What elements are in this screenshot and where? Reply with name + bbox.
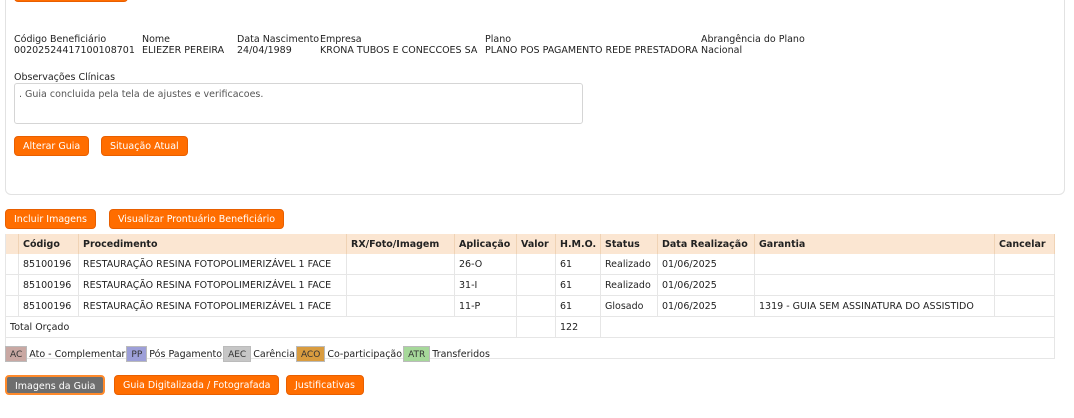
legend-ac-label: Ato - Complementar — [29, 348, 126, 360]
cell-data: 01/06/2025 — [657, 274, 755, 296]
status-legend: AC Ato - Complementar PP Pós Pagamento A… — [5, 345, 491, 363]
codigo-label: Código Beneficiário — [14, 34, 107, 45]
cell-valor — [516, 295, 556, 317]
legend-aco-swatch: ACO — [295, 346, 326, 362]
cell-cancelar[interactable] — [994, 254, 1055, 275]
legend-pp-swatch: PP — [126, 346, 148, 362]
abrangencia-label: Abrangência do Plano — [701, 34, 805, 45]
cell-hmo: 61 — [555, 254, 601, 275]
header-hmo: H.M.O. — [555, 234, 601, 254]
guia-digitalizada-button[interactable]: Guia Digitalizada / Fotografada — [114, 375, 280, 395]
total-label: Total Orçado — [5, 316, 517, 338]
nome-label: Nome — [142, 34, 171, 45]
header-procedimento: Procedimento — [78, 234, 347, 254]
cell-aplicacao: 26-O — [454, 254, 517, 275]
legend-aco-label: Co-participação — [327, 348, 403, 360]
cell-codigo: 85100196 — [18, 254, 79, 275]
header-data: Data Realização — [657, 234, 755, 254]
total-valor — [516, 316, 556, 338]
total-hmo: 122 — [555, 316, 601, 338]
cell-garantia — [754, 254, 995, 275]
legend-aec-label: Carência — [253, 348, 295, 360]
abrangencia-value: Nacional — [701, 45, 743, 56]
field-plano: Plano PLANO POS PAGAMENTO REDE PRESTADOR… — [485, 34, 698, 56]
cell-garantia — [754, 274, 995, 296]
alterar-guia-button[interactable]: Alterar Guia — [14, 136, 90, 156]
cell-procedimento: RESTAURAÇÃO RESINA FOTOPOLIMERIZÁVEL 1 F… — [78, 295, 347, 317]
cell-garantia: 1319 - GUIA SEM ASSINATURA DO ASSISTIDO — [754, 295, 995, 317]
row-spacer — [5, 274, 19, 296]
legend-ac-swatch: AC — [5, 346, 28, 362]
observacoes-label: Observações Clínicas — [14, 72, 116, 83]
observacoes-textarea[interactable]: . Guia concluida pela tela de ajustes e … — [14, 83, 583, 124]
cell-status: Realizado — [600, 254, 658, 275]
field-codigo-beneficiario: Código Beneficiário 00202524417100108701 — [14, 34, 135, 56]
cell-status: Glosado — [600, 295, 658, 317]
visualizar-prontuario-button[interactable]: Visualizar Prontuário Beneficiário — [109, 209, 285, 229]
nome-value: ELIEZER PEREIRA — [142, 45, 225, 56]
total-empty — [600, 316, 1055, 338]
table-row[interactable]: 85100196 RESTAURAÇÃO RESINA FOTOPOLIMERI… — [5, 295, 1055, 317]
justificativas-button[interactable]: Justificativas — [286, 375, 364, 395]
cell-aplicacao: 11-P — [454, 295, 517, 317]
table-row[interactable]: 85100196 RESTAURAÇÃO RESINA FOTOPOLIMERI… — [5, 254, 1055, 275]
cell-hmo: 61 — [555, 274, 601, 296]
cell-data: 01/06/2025 — [657, 254, 755, 275]
header-cancelar: Cancelar — [994, 234, 1055, 254]
field-data-nascimento: Data Nascimento 24/04/1989 — [237, 34, 319, 56]
legend-atr-label: Transferidos — [432, 348, 490, 360]
nascimento-label: Data Nascimento — [237, 34, 320, 45]
cell-rx — [346, 295, 455, 317]
plano-label: Plano — [485, 34, 512, 45]
row-spacer — [5, 295, 19, 317]
legend-atr-swatch: ATR — [403, 346, 431, 362]
cell-valor — [516, 254, 556, 275]
empresa-value: KRONA TUBOS E CONECCOES SA — [320, 45, 478, 56]
header-codigo: Código — [18, 234, 79, 254]
header-spacer — [5, 234, 19, 254]
situacao-atual-button[interactable]: Situação Atual — [101, 136, 188, 156]
imagens-da-guia-button[interactable]: Imagens da Guia — [5, 375, 106, 395]
header-rx: RX/Foto/Imagem — [346, 234, 455, 254]
cell-procedimento: RESTAURAÇÃO RESINA FOTOPOLIMERIZÁVEL 1 F… — [78, 274, 347, 296]
legend-aec-swatch: AEC — [223, 346, 252, 362]
legend-pp-label: Pós Pagamento — [149, 348, 223, 360]
cell-cancelar[interactable] — [994, 274, 1055, 296]
empresa-label: Empresa — [320, 34, 362, 45]
header-status: Status — [600, 234, 658, 254]
incluir-imagens-button[interactable]: Incluir Imagens — [5, 209, 96, 229]
row-spacer — [5, 254, 19, 275]
cell-codigo: 85100196 — [18, 274, 79, 296]
field-empresa: Empresa KRONA TUBOS E CONECCOES SA — [320, 34, 477, 56]
cell-valor — [516, 274, 556, 296]
total-row: Total Orçado 122 — [5, 316, 1055, 338]
cell-rx — [346, 274, 455, 296]
cell-hmo: 61 — [555, 295, 601, 317]
table-header-row: Código Procedimento RX/Foto/Imagem Aplic… — [5, 234, 1055, 254]
cell-codigo: 85100196 — [18, 295, 79, 317]
table-row[interactable]: 85100196 RESTAURAÇÃO RESINA FOTOPOLIMERI… — [5, 274, 1055, 296]
header-garantia: Garantia — [754, 234, 995, 254]
cell-rx — [346, 254, 455, 275]
cell-cancelar[interactable] — [994, 295, 1055, 317]
cell-data: 01/06/2025 — [657, 295, 755, 317]
cell-aplicacao: 31-I — [454, 274, 517, 296]
plano-value: PLANO POS PAGAMENTO REDE PRESTADORA — [485, 45, 698, 56]
cell-procedimento: RESTAURAÇÃO RESINA FOTOPOLIMERIZÁVEL 1 F… — [78, 254, 347, 275]
header-valor: Valor — [516, 234, 556, 254]
procedures-table: Código Procedimento RX/Foto/Imagem Aplic… — [5, 234, 1055, 359]
header-aplicacao: Aplicação — [454, 234, 517, 254]
field-abrangencia: Abrangência do Plano Nacional — [701, 34, 805, 56]
cell-status: Realizado — [600, 274, 658, 296]
top-action-button[interactable] — [14, 0, 128, 2]
nascimento-value: 24/04/1989 — [237, 45, 292, 56]
codigo-value: 00202524417100108701 — [14, 45, 135, 56]
field-nome: Nome ELIEZER PEREIRA — [142, 34, 224, 56]
